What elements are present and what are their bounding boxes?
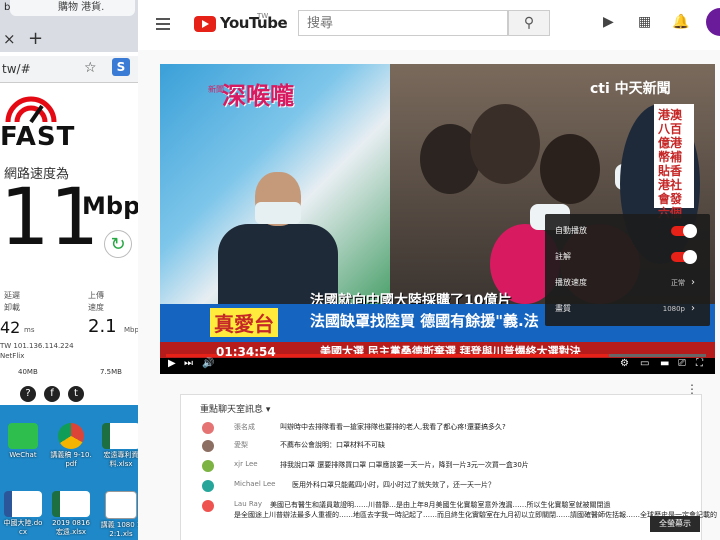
upload-sub: 速度 (88, 303, 104, 312)
youtube-wordmark[interactable]: YouTube (220, 14, 288, 32)
anchor-mask (255, 202, 301, 224)
avatar (202, 500, 214, 512)
side-headline: 港澳八百億港幣補貼香港社會發六個 (658, 108, 683, 220)
settings-gear-icon[interactable]: ⚙ (620, 358, 629, 369)
autoplay-toggle[interactable] (671, 224, 697, 238)
theater-icon[interactable]: ▬ (660, 358, 669, 369)
desktop-icon-xlsx[interactable]: 宏遠專利資料.xlsx (100, 423, 142, 469)
chevron-right-icon: › (691, 277, 695, 288)
new-tab-icon[interactable]: + (28, 28, 43, 49)
avatar (202, 440, 214, 452)
chat-message: xjr Lee 排我說口罩 還要排隊買口罩 口罩應該要一天一片，降到一片3元一次… (200, 458, 690, 478)
upload-value: 2.1 (88, 316, 117, 337)
chat-message: 張名成 叫辦時中去排隊看看一搶家排隊也要排的老人,我看了都心疼!還要搞多久? (200, 420, 690, 440)
latency-label: 延遲 (4, 291, 20, 300)
play-icon[interactable]: ▶ (168, 358, 176, 369)
latency-value: 42 (0, 318, 21, 337)
time-display: 01:34:54 (216, 345, 276, 359)
tab-shopping[interactable]: 購物 港貨. (10, 0, 135, 16)
apps-grid-icon[interactable]: ▦ (638, 14, 651, 30)
setting-speed[interactable]: 播放速度 正常 › (555, 270, 705, 296)
volume-icon[interactable]: 🔊 (202, 358, 214, 369)
annotations-toggle[interactable] (671, 250, 697, 264)
chat-message: Lau Ray 美國已有醫生和議員敢證明……川普靜…是由上年8月美國生化實驗室意… (200, 498, 717, 528)
desktop-icon-xlsx-2[interactable]: 2019 0816 宏遠.xlsx (50, 491, 92, 537)
bytes-up: 7.5MB (100, 368, 122, 376)
chat-message: Michael Lee 医用外科口罩只能戴四小时，四小时过了就失效了，还一天一片… (200, 478, 690, 498)
banner-left: 真愛台 (210, 308, 278, 337)
notifications-bell-icon[interactable]: 🔔 (672, 14, 689, 30)
isp-info: NetFlix (0, 352, 25, 360)
latency-sub: 卸載 (4, 303, 20, 312)
youtube-window: YouTube TW ⚲ ▶ ▦ 🔔 新聞 深喉嚨 cti 中天新聞 港澳八百億… (138, 0, 720, 540)
search-button[interactable]: ⚲ (508, 10, 550, 36)
help-icon[interactable]: ? (20, 386, 36, 402)
search-icon: ⚲ (523, 15, 535, 31)
hamburger-menu-icon[interactable] (156, 18, 170, 30)
bookmark-star-icon[interactable]: ☆ (84, 60, 97, 76)
banner-right: 法國缺罩找陸買 德國有餘援"義.法 (310, 312, 539, 330)
chat-title[interactable]: 重點聊天室訊息 ▾ (200, 402, 270, 415)
file-icon (105, 491, 137, 519)
avatar (202, 460, 214, 472)
fast-logo-icon (5, 96, 57, 124)
player-controls (160, 358, 715, 374)
fast-brand: FAST (0, 122, 76, 152)
desktop-icon-xls[interactable]: 講義 1080 12:1.xls (100, 491, 142, 539)
settings-menu: 自動播放 註解 播放速度 正常 › 畫質 1080p › (545, 214, 710, 326)
server-info: TW 101.136.114.224 (0, 342, 74, 350)
show-logo: 深喉嚨 (222, 82, 294, 110)
url-text[interactable]: tw/# (2, 62, 31, 76)
excel-file-icon (102, 423, 140, 449)
region-label: TW (257, 12, 269, 20)
word-file-icon (4, 491, 42, 517)
bytes-down: 40MB (18, 368, 38, 376)
chevron-right-icon: › (691, 303, 695, 314)
avatar (202, 422, 214, 434)
fullscreen-chat-button[interactable]: 全螢幕示 (650, 516, 700, 532)
video-player[interactable]: 新聞 深喉嚨 cti 中天新聞 港澳八百億港幣補貼香港社會發六個 法國就向中國大… (160, 64, 715, 374)
setting-autoplay[interactable]: 自動播放 (555, 218, 705, 244)
desktop-icon-docx[interactable]: 中國大陸.docx (2, 491, 44, 537)
chrome-icon (58, 423, 84, 449)
twitter-icon[interactable]: t (68, 386, 84, 402)
wechat-icon (8, 423, 38, 449)
fullscreen-icon[interactable]: ⛶ (696, 358, 703, 369)
cast-icon[interactable]: ⎚ (678, 358, 686, 369)
excel-file-icon (52, 491, 90, 517)
upload-label: 上傳 (88, 291, 104, 300)
next-icon[interactable]: ⏭ (184, 358, 193, 369)
setting-quality[interactable]: 畫質 1080p › (555, 296, 705, 322)
youtube-logo-icon[interactable] (194, 16, 216, 32)
miniplayer-icon[interactable]: ▭ (640, 358, 649, 369)
avatar (202, 480, 214, 492)
facebook-icon[interactable]: f (44, 386, 60, 402)
latency-unit: ms (24, 326, 35, 334)
close-tab-icon[interactable]: × (3, 30, 16, 48)
chat-message: 愛梨 不薦布公會說明：口罩材料不可缺 (200, 438, 690, 458)
extension-icon[interactable]: S (112, 58, 130, 76)
setting-annotations[interactable]: 註解 (555, 244, 705, 270)
create-video-icon[interactable]: ▶ (603, 14, 614, 30)
desktop-icon-chrome-pdf[interactable]: 講義稿 9-10.pdf (50, 423, 92, 469)
desktop-icon-wechat[interactable]: WeChat (2, 423, 44, 460)
refresh-button[interactable]: ↻ (104, 230, 132, 258)
search-input[interactable] (298, 10, 508, 36)
channel-logo: cti 中天新聞 (590, 81, 671, 97)
